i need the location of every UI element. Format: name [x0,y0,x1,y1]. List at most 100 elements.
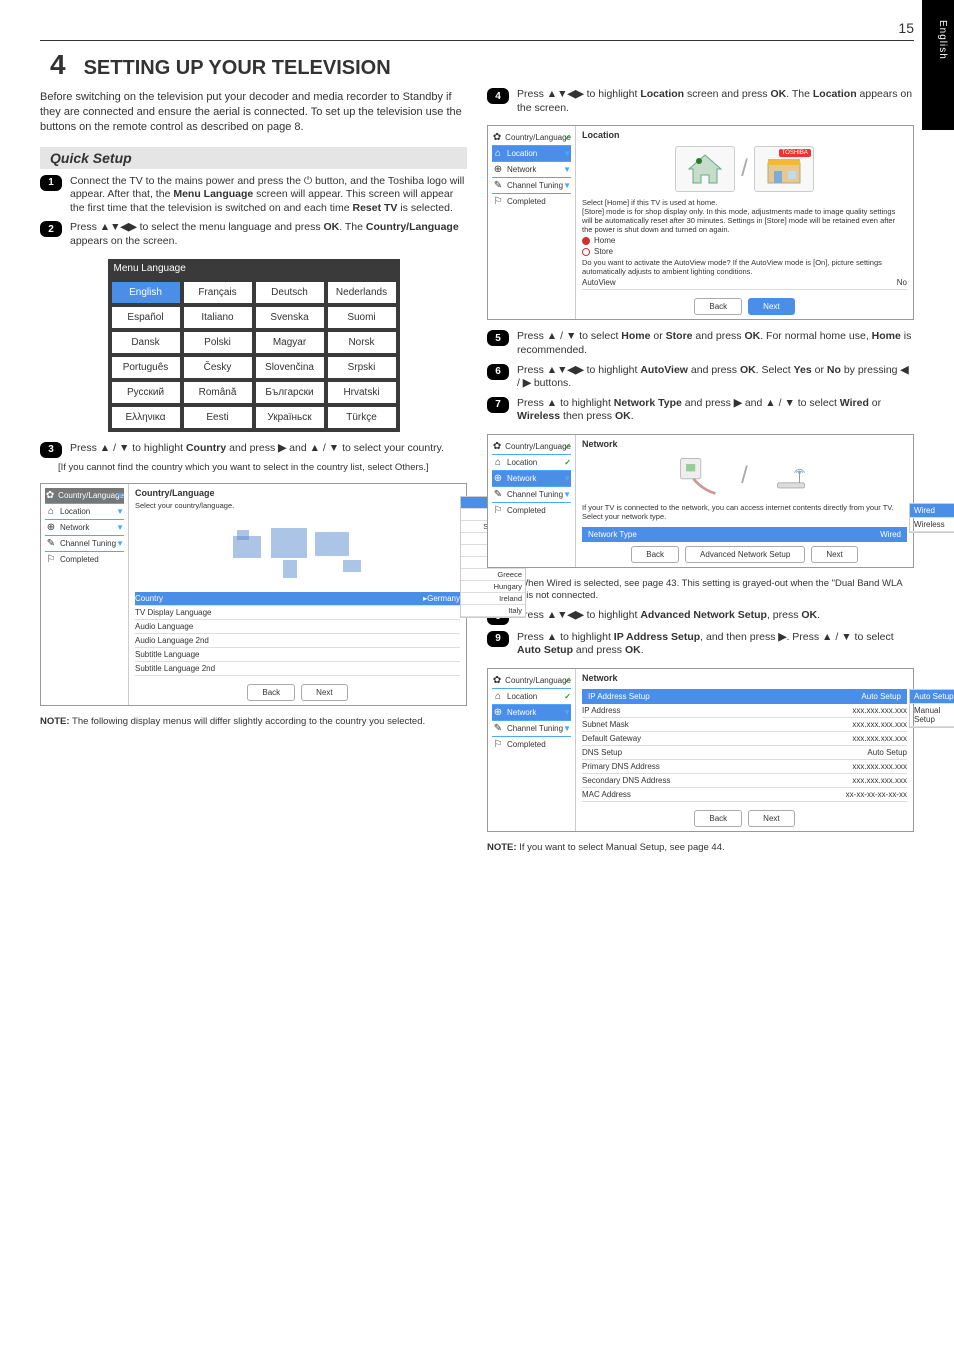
page-number: 15 [40,20,914,36]
wizard-network-panel: ✿Country/Language✓ ⌂Location✓ ⊕Network▼ … [487,434,914,568]
lang-cell[interactable]: Italiano [182,305,254,330]
lang-cell[interactable]: Hrvatski [326,380,398,405]
sidebar-item[interactable]: ⊕Network▼ [492,162,571,178]
ip-setup-dropdown[interactable]: Auto Setup Manual Setup [909,689,954,728]
setting-row-selected[interactable]: Country Germany ▸ [135,592,460,606]
step-text: Press ▲ to highlight IP Address Setup, a… [517,631,914,658]
lang-cell[interactable]: Україньск [254,405,326,430]
step-badge: 3 [40,442,62,458]
ip-setup-row[interactable]: IP Address SetupAuto Setup [582,689,907,704]
lang-cell[interactable]: Eesti [182,405,254,430]
lang-cell[interactable]: Ελληνικα [110,405,182,430]
radio-store[interactable]: Store [582,247,907,256]
sidebar-item[interactable]: ✿Country/Language✓ [492,673,571,689]
lang-cell[interactable]: Русский [110,380,182,405]
sidebar-item[interactable]: ✿Country/Language✓ [492,130,571,146]
lang-cell[interactable]: Česky [182,355,254,380]
lang-cell[interactable]: Suomi [326,305,398,330]
sidebar-item[interactable]: ⌂Location▼ [45,504,124,520]
setting-row[interactable]: TV Display Language [135,606,460,620]
list-item[interactable]: Wired [910,504,954,518]
lang-cell[interactable]: Български [254,380,326,405]
autoview-row[interactable]: AutoViewNo [582,276,907,290]
back-button[interactable]: Back [631,546,679,563]
store-tile-icon[interactable]: TOSHIBA [754,146,814,192]
lang-cell[interactable]: Slovenčina [254,355,326,380]
arrow-up-icon: ▲ [310,442,320,454]
arrow-left-icon: ◀ [900,364,908,376]
lang-cell[interactable]: Magyar [254,330,326,355]
sidebar-item[interactable]: ✎Channel Tuning▼ [45,536,124,552]
sidebar-item[interactable]: ✎Channel Tuning▼ [492,721,571,737]
advanced-button[interactable]: Advanced Network Setup [685,546,805,563]
setting-row: Default Gatewayxxx.xxx.xxx.xxx [582,732,907,746]
list-item[interactable]: Hungary [461,581,525,593]
setting-row[interactable]: Audio Language [135,620,460,634]
nav-arrows-icon: ▲▼◀▶ [547,88,584,100]
network-icon: ⊕ [492,164,504,175]
lang-cell[interactable]: Norsk [326,330,398,355]
wizard-sidebar: ✿Country/Language▼ ⌂Location▼ ⊕Network▼ … [41,484,129,705]
lang-cell[interactable]: Deutsch [254,280,326,305]
network-icon: ⊕ [45,522,57,533]
lang-cell[interactable]: Español [110,305,182,330]
lang-cell[interactable]: Français [182,280,254,305]
next-button[interactable]: Next [748,298,794,315]
lang-cell[interactable]: Dansk [110,330,182,355]
sidebar-item[interactable]: ⚐Completed [492,194,571,209]
sidebar-item[interactable]: ⊕Network▼ [492,705,571,721]
network-type-row[interactable]: Network TypeWired [582,527,907,542]
back-button[interactable]: Back [694,810,742,827]
lang-cell[interactable]: Nederlands [326,280,398,305]
list-item[interactable]: Manual Setup [910,704,954,727]
setting-row[interactable]: Subtitle Language 2nd [135,662,460,676]
back-button[interactable]: Back [247,684,295,701]
lang-cell[interactable]: Svenska [254,305,326,330]
back-button[interactable]: Back [694,298,742,315]
arrow-up-icon: ▲ [765,397,775,409]
list-item[interactable]: Ireland [461,593,525,605]
globe-icon: ✿ [492,675,502,686]
setting-row[interactable]: Subtitle Language [135,648,460,662]
sidebar-item[interactable]: ✎Channel Tuning▼ [492,178,571,194]
list-item[interactable]: Greece [461,569,525,581]
list-item[interactable]: Auto Setup [910,690,954,704]
wizard-location-panel: ✿Country/Language✓ ⌂Location▼ ⊕Network▼ … [487,125,914,320]
sidebar-item[interactable]: ✎Channel Tuning▼ [492,487,571,503]
home-tile-icon[interactable] [675,146,735,192]
sidebar-item[interactable]: ⊕Network▼ [492,471,571,487]
sidebar-item[interactable]: ⊕Network▼ [45,520,124,536]
lang-cell[interactable]: Português [110,355,182,380]
lang-cell[interactable]: Română [182,380,254,405]
sidebar-item[interactable]: ⚐Completed [45,552,124,567]
chevron-down-icon: ▼ [116,523,124,532]
setting-row[interactable]: DNS SetupAuto Setup [582,746,907,760]
lang-cell[interactable]: Srpski [326,355,398,380]
arrow-up-icon: ▲ [100,442,110,454]
lang-cell[interactable]: Türkçe [326,405,398,430]
slash-icon: / [741,155,748,183]
next-button[interactable]: Next [811,546,857,563]
sidebar-item[interactable]: ✿Country/Language▼ [45,488,124,504]
network-type-dropdown[interactable]: Wired Wireless [909,503,954,533]
horizontal-rule [40,40,914,41]
sidebar-item[interactable]: ✿Country/Language✓ [492,439,571,455]
sidebar-item[interactable]: ⚐Completed [492,737,571,752]
next-button[interactable]: Next [301,684,347,701]
radio-home[interactable]: Home [582,236,907,245]
sidebar-item[interactable]: ⌂Location▼ [492,146,571,162]
setting-row[interactable]: Audio Language 2nd [135,634,460,648]
note: NOTE: When Wired is selected, see page 4… [487,578,914,603]
lang-cell[interactable]: Polski [182,330,254,355]
sidebar-item[interactable]: ⌂Location✓ [492,455,571,471]
store-banner: TOSHIBA [779,149,811,157]
home-icon: ⌂ [45,506,57,517]
lang-cell[interactable]: English [110,280,182,305]
sidebar-item[interactable]: ⚐Completed [492,503,571,518]
list-item[interactable]: Wireless [910,518,954,532]
next-button[interactable]: Next [748,810,794,827]
antenna-icon: ✎ [492,489,504,500]
list-item[interactable]: Italy [461,605,525,617]
wizard-main: Location / TOSHIBA Select [Home] if this… [576,126,913,319]
sidebar-item[interactable]: ⌂Location✓ [492,689,571,705]
